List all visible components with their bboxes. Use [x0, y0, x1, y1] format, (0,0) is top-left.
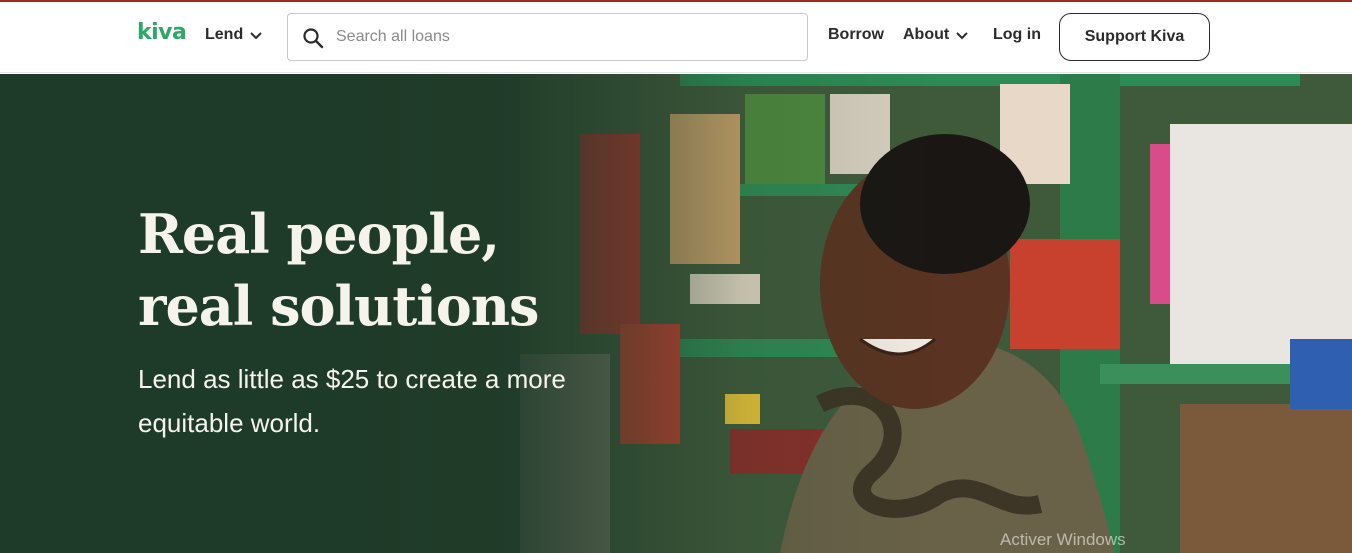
windows-activation-watermark: Activer Windows: [1000, 530, 1126, 549]
nav-lend-label: Lend: [205, 26, 244, 43]
chevron-down-icon: [956, 32, 968, 40]
site-header: kiva Lend Borrow About Log in Support Ki…: [0, 2, 1352, 73]
chevron-down-icon: [250, 32, 262, 40]
search-input[interactable]: [336, 14, 796, 60]
nav-login-link[interactable]: Log in: [993, 26, 1041, 44]
hero-banner: Real people, real solutions Lend as litt…: [0, 74, 1352, 553]
hero-title: Real people, real solutions: [138, 198, 698, 342]
kiva-logo[interactable]: kiva: [137, 20, 187, 45]
search-box[interactable]: [287, 13, 808, 61]
nav-lend-menu[interactable]: Lend: [205, 26, 263, 44]
nav-about-menu[interactable]: About: [903, 26, 969, 44]
nav-borrow-link[interactable]: Borrow: [828, 26, 884, 44]
support-kiva-button[interactable]: Support Kiva: [1059, 13, 1210, 61]
hero-subtitle-line-1: Lend as little as $25 to create a more: [138, 364, 566, 394]
search-icon: [303, 28, 324, 49]
hero-title-line-1: Real people,: [138, 202, 500, 266]
nav-borrow-label: Borrow: [828, 26, 884, 43]
hero-title-line-2: real solutions: [138, 274, 539, 338]
nav-about-label: About: [903, 26, 950, 43]
hero-subtitle-line-2: equitable world.: [138, 408, 321, 438]
nav-login-label: Log in: [993, 26, 1041, 43]
hero-subtitle: Lend as little as $25 to create a more e…: [138, 357, 658, 445]
